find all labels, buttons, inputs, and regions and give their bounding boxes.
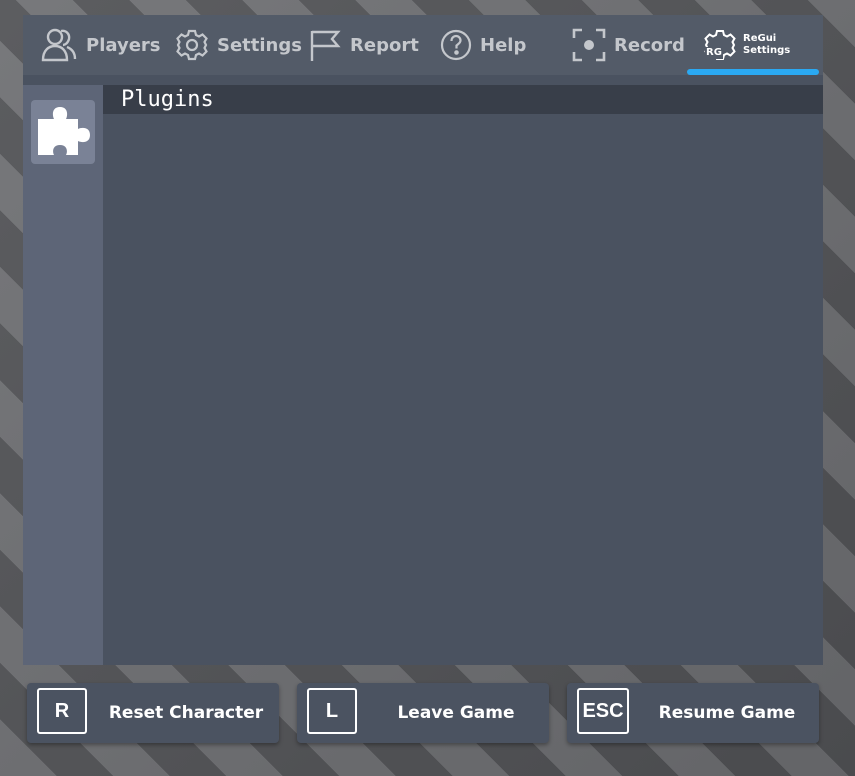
game-menu: Players Settings Report Help Record RG R… xyxy=(23,15,823,665)
tab-help[interactable]: Help xyxy=(440,15,526,75)
sidebar-item-plugins[interactable] xyxy=(31,100,95,164)
flag-icon xyxy=(308,28,342,62)
tab-report[interactable]: Report xyxy=(308,15,419,75)
tab-regui-label-line2: Settings xyxy=(743,45,791,56)
players-icon xyxy=(40,26,78,64)
tab-regui-label: ReGui Settings xyxy=(743,33,790,57)
regui-gear-icon: RG xyxy=(703,28,737,62)
resume-game-button[interactable]: ESC Resume Game xyxy=(567,683,819,743)
tab-regui-label-line1: ReGui xyxy=(743,33,777,44)
help-icon xyxy=(440,29,472,61)
leave-key-badge: L xyxy=(307,688,357,734)
leave-game-button[interactable]: L Leave Game xyxy=(297,683,549,743)
content-panel: Plugins xyxy=(103,85,823,665)
plugin-sidebar xyxy=(23,85,103,665)
tab-record[interactable]: Record xyxy=(572,15,685,75)
regui-badge: RG xyxy=(705,47,723,59)
reset-key-badge: R xyxy=(37,688,87,734)
reset-character-button[interactable]: R Reset Character xyxy=(27,683,279,743)
tab-record-label: Record xyxy=(614,34,685,56)
tab-players-label: Players xyxy=(86,34,161,56)
record-icon xyxy=(572,28,606,62)
tab-help-label: Help xyxy=(480,34,527,56)
resume-game-label: Resume Game xyxy=(658,703,796,723)
resume-key-badge: ESC xyxy=(577,688,629,734)
content-header: Plugins xyxy=(103,85,823,114)
gear-icon xyxy=(175,28,209,62)
menu-tab-bar: Players Settings Report Help Record RG R… xyxy=(23,15,823,75)
reset-character-label: Reset Character xyxy=(108,703,264,723)
tab-regui-settings[interactable]: RG ReGui Settings xyxy=(703,15,790,75)
tab-settings-label: Settings xyxy=(217,34,302,56)
tab-players[interactable]: Players xyxy=(40,15,161,75)
active-tab-indicator xyxy=(687,69,819,75)
puzzle-piece-icon xyxy=(34,101,92,163)
leave-game-label: Leave Game xyxy=(397,703,515,723)
tab-settings[interactable]: Settings xyxy=(175,15,302,75)
tab-report-label: Report xyxy=(350,34,419,56)
page-title: Plugins xyxy=(121,87,214,112)
